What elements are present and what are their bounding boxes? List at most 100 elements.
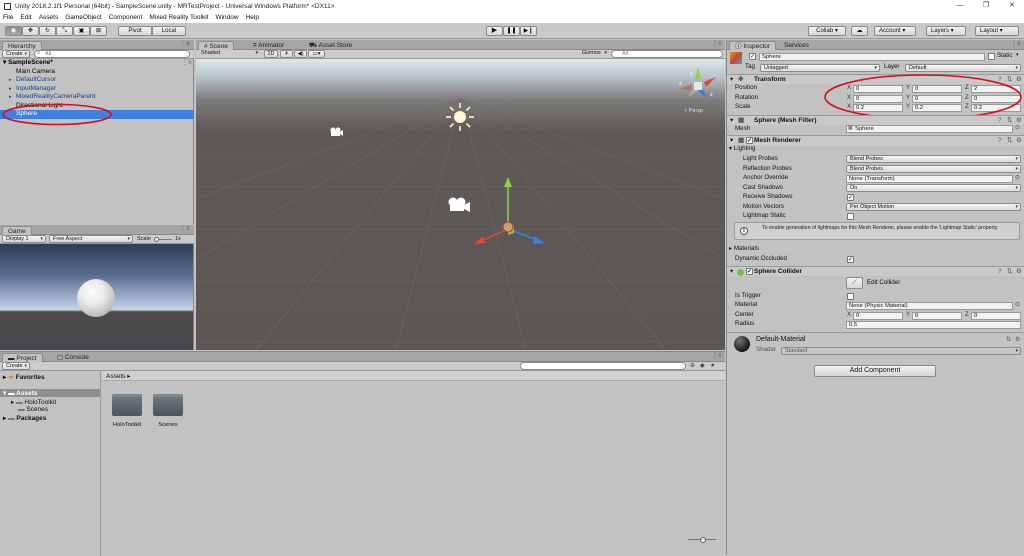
radius-field[interactable]: 0.5 bbox=[846, 321, 1021, 329]
toggle-2d[interactable]: 2D bbox=[264, 50, 278, 58]
scene-viewport[interactable]: y x z < Persp bbox=[196, 59, 725, 350]
expand-arrow-icon[interactable]: ▾ bbox=[730, 116, 733, 125]
project-create-dropdown[interactable]: Create bbox=[2, 362, 30, 370]
tag-dropdown[interactable]: Untagged bbox=[760, 64, 880, 72]
holotoolkit-folder-icon[interactable] bbox=[112, 394, 142, 416]
favorite-star-icon[interactable]: ★ bbox=[710, 362, 715, 369]
panel-menu-icon[interactable]: ⋮≡ bbox=[180, 40, 190, 47]
minimize-button[interactable]: — bbox=[948, 0, 972, 12]
help-icon[interactable]: ? bbox=[998, 136, 1002, 145]
mesh-filter-header[interactable]: ▾ ▦ Sphere (Mesh Filter) ? ⇅ ⚙ bbox=[727, 115, 1024, 125]
hierarchy-item-input-manager[interactable]: ▸ InputManager bbox=[0, 85, 194, 94]
transform-tool-icon[interactable]: ⊠ bbox=[90, 26, 107, 36]
audio-toggle-icon[interactable]: ◀) bbox=[294, 50, 307, 58]
preset-icon[interactable]: ⇅ bbox=[1007, 267, 1012, 276]
layer-dropdown[interactable]: Default bbox=[905, 64, 1021, 72]
tab-inspector[interactable]: ⓘ Inspector bbox=[729, 41, 777, 50]
receive-shadows-checkbox[interactable]: ✓ bbox=[847, 194, 854, 201]
view-tool-eye-icon[interactable]: ◉ bbox=[5, 26, 22, 36]
camera-gizmo-icon[interactable] bbox=[329, 127, 343, 137]
expand-arrow-icon[interactable]: ▾ bbox=[730, 136, 733, 145]
panel-menu-icon[interactable]: ⋮≡ bbox=[1011, 40, 1021, 47]
hierarchy-create-dropdown[interactable]: Create bbox=[2, 50, 30, 58]
step-button[interactable]: ▶❙ bbox=[520, 26, 537, 36]
tab-project[interactable]: ▬ Project bbox=[2, 353, 43, 362]
expand-arrow-icon[interactable]: ▸ bbox=[9, 85, 12, 94]
shader-dropdown[interactable]: Standard bbox=[781, 347, 1021, 355]
local-toggle[interactable]: Local bbox=[152, 26, 186, 36]
tab-services[interactable]: Services bbox=[779, 41, 814, 50]
move-tool-icon[interactable]: ✥ bbox=[22, 26, 39, 36]
filter-type-icon[interactable]: ⊕ bbox=[690, 362, 695, 369]
help-icon[interactable]: ? bbox=[998, 116, 1002, 125]
object-picker-icon[interactable]: ⊙ bbox=[1015, 124, 1020, 131]
tab-hierarchy[interactable]: Hierarchy bbox=[2, 41, 42, 50]
scenes-folder-icon[interactable] bbox=[153, 394, 183, 416]
lightmap-static-checkbox[interactable] bbox=[847, 213, 854, 220]
help-icon[interactable]: ? bbox=[998, 267, 1002, 276]
assets-item[interactable]: ▾ ▬ Assets bbox=[3, 389, 37, 397]
mesh-field[interactable]: Sphere bbox=[846, 125, 1013, 133]
aspect-dropdown[interactable]: Free Aspect bbox=[49, 235, 133, 243]
lighting-toggle-icon[interactable]: ☀ bbox=[280, 50, 293, 58]
gear-icon[interactable]: ⚙ bbox=[1015, 336, 1020, 343]
layers-dropdown[interactable]: Layers ▾ bbox=[926, 26, 966, 36]
mesh-renderer-enabled-checkbox[interactable]: ✓ bbox=[746, 137, 753, 144]
gear-icon[interactable]: ⚙ bbox=[1016, 136, 1022, 145]
panel-menu-icon[interactable]: ⋮≡ bbox=[180, 225, 190, 232]
center-z-field[interactable]: 0 bbox=[971, 312, 1021, 320]
effects-toggle-icon[interactable]: ▭▾ bbox=[308, 50, 325, 58]
directional-light-icon[interactable] bbox=[445, 102, 475, 132]
tab-scene[interactable]: # Scene bbox=[198, 41, 234, 50]
scale-tool-icon[interactable]: ⤡ bbox=[56, 26, 73, 36]
preset-icon[interactable]: ⇅ bbox=[1007, 116, 1012, 125]
object-picker-icon[interactable]: ⊙ bbox=[1015, 301, 1020, 308]
preset-icon[interactable]: ⇅ bbox=[1007, 136, 1012, 145]
center-y-field[interactable]: 0 bbox=[912, 312, 962, 320]
close-button[interactable]: ✕ bbox=[1000, 0, 1024, 12]
edit-collider-button[interactable]: ⟋ bbox=[846, 277, 863, 289]
expand-arrow-icon[interactable]: ▾ bbox=[730, 75, 733, 84]
tab-game[interactable]: Game bbox=[2, 226, 32, 235]
menu-help[interactable]: Help bbox=[246, 14, 259, 21]
light-probes-dropdown[interactable]: Blend Probes bbox=[846, 155, 1021, 163]
hierarchy-item-default-cursor[interactable]: ▸ DefaultCursor bbox=[0, 76, 194, 85]
motion-vectors-dropdown[interactable]: Per Object Motion bbox=[846, 203, 1021, 211]
dynamic-occluded-checkbox[interactable]: ✓ bbox=[847, 256, 854, 263]
scenes-tree-item[interactable]: ▬ Scenes bbox=[18, 406, 48, 413]
rotate-tool-icon[interactable]: ↻ bbox=[39, 26, 56, 36]
lighting-foldout[interactable]: ▾ Lighting bbox=[729, 145, 756, 153]
preset-icon[interactable]: ⇅ bbox=[1006, 336, 1011, 343]
tab-console[interactable]: ▢ Console bbox=[52, 353, 94, 362]
is-trigger-checkbox[interactable] bbox=[847, 293, 854, 300]
anchor-override-field[interactable]: None (Transform) bbox=[846, 175, 1013, 183]
menu-edit[interactable]: Edit bbox=[20, 14, 31, 21]
shading-dropdown[interactable]: Shaded bbox=[198, 50, 260, 58]
mesh-renderer-header[interactable]: ▾ ▦ ✓ Mesh Renderer ? ⇅ ⚙ bbox=[727, 135, 1024, 145]
move-gizmo[interactable] bbox=[471, 177, 551, 249]
menu-assets[interactable]: Assets bbox=[39, 14, 59, 21]
menu-window[interactable]: Window bbox=[215, 14, 238, 21]
rect-tool-icon[interactable]: ▣ bbox=[73, 26, 90, 36]
hierarchy-item-mixed-reality-camera-parent[interactable]: ▸ MixedRealityCameraParent bbox=[0, 93, 194, 102]
reflection-probes-dropdown[interactable]: Blend Probes bbox=[846, 165, 1021, 173]
scene-search-input[interactable]: All bbox=[611, 50, 723, 58]
maximize-button[interactable]: ❐ bbox=[974, 0, 998, 12]
object-picker-icon[interactable]: ⊙ bbox=[1015, 174, 1020, 181]
static-dropdown-icon[interactable]: ▾ bbox=[1016, 52, 1019, 58]
scene-root-item[interactable]: ▾ SampleScene* bbox=[0, 59, 194, 68]
sphere-collider-enabled-checkbox[interactable]: ✓ bbox=[746, 268, 753, 275]
icon-size-slider-handle[interactable] bbox=[700, 536, 706, 543]
panel-menu-icon[interactable]: ⋮≡ bbox=[712, 40, 722, 47]
layout-dropdown[interactable]: Layout ▾ bbox=[975, 26, 1019, 36]
tab-animator[interactable]: ⌗ Animator bbox=[248, 41, 289, 50]
tab-asset-store[interactable]: ⛟ Asset Store bbox=[304, 41, 357, 50]
materials-foldout[interactable]: ▸ Materials bbox=[729, 245, 759, 253]
sphere-collider-header[interactable]: ▾ ✓ Sphere Collider ? ⇅ ⚙ bbox=[727, 266, 1024, 276]
project-search-input[interactable] bbox=[520, 362, 686, 370]
collab-button[interactable]: Collab ▾ bbox=[808, 26, 846, 36]
add-component-button[interactable]: Add Component bbox=[814, 365, 936, 377]
scene-menu-icon[interactable]: ⋮≡ bbox=[182, 59, 192, 66]
persp-label[interactable]: < Persp bbox=[684, 108, 703, 114]
menu-file[interactable]: File bbox=[3, 14, 13, 21]
